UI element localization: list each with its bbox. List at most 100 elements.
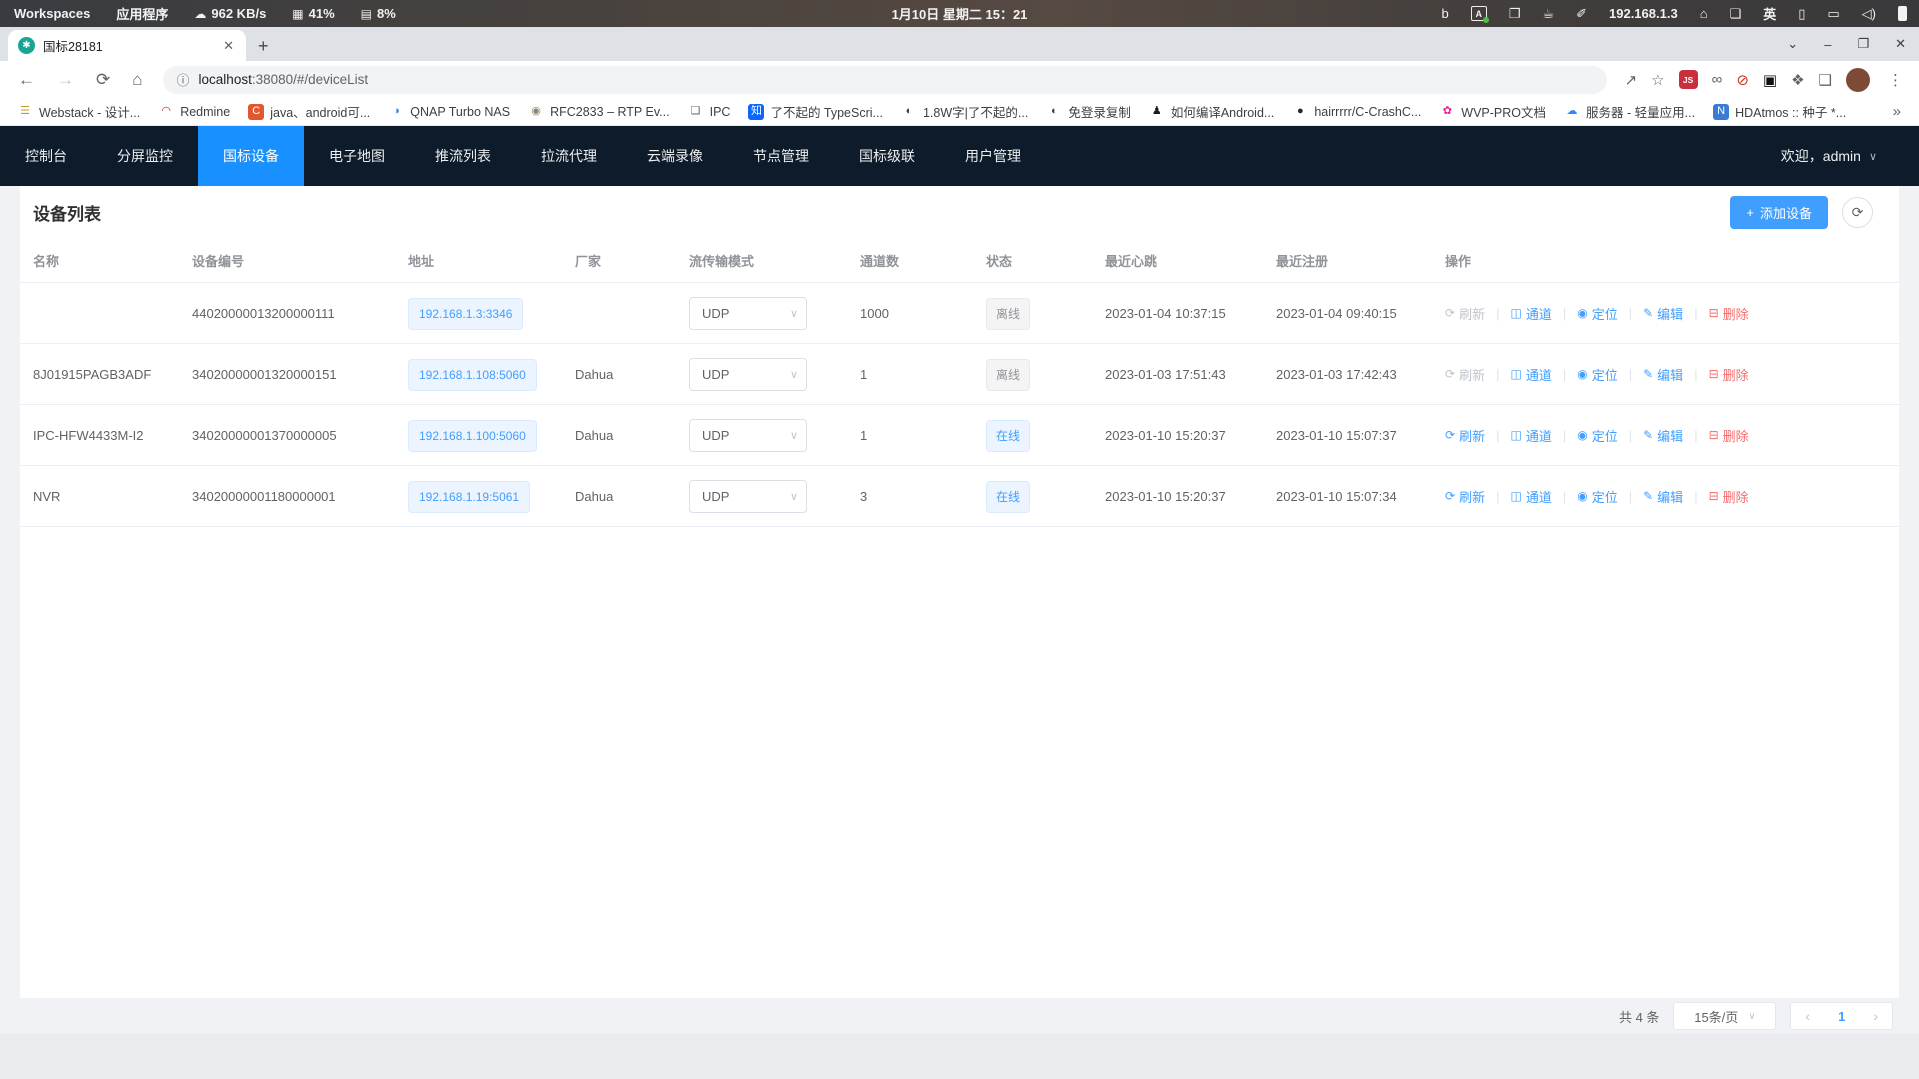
share-icon[interactable]: ↗ [1625, 71, 1638, 89]
forward-icon[interactable]: → [49, 70, 82, 90]
js-extension-icon[interactable]: JS [1679, 70, 1698, 89]
tab-close-icon[interactable]: ✕ [219, 38, 238, 54]
locate-button[interactable]: ◉定位 [1577, 365, 1618, 384]
status-badge: 在线 [986, 481, 1030, 513]
nav-item[interactable]: 国标设备 [198, 126, 304, 186]
refresh-device-button[interactable]: ⟳刷新 [1445, 365, 1485, 384]
prev-page-button[interactable]: ‹ [1791, 1008, 1824, 1024]
workspace-switcher-icon[interactable]: ❏ [1730, 6, 1742, 22]
home-icon[interactable]: ⌂ [124, 70, 150, 90]
refresh-icon: ⟳ [1445, 489, 1455, 503]
edit-pencil-icon: ✎ [1643, 306, 1653, 320]
device-list-panel: 设备列表 + 添加设备 ⟳ 名称 设备编号 地址 厂家 流传输模式 通道数 [20, 186, 1899, 998]
phone-link-icon[interactable]: ▯ [1798, 6, 1805, 22]
window-minimize-icon[interactable]: – [1811, 27, 1844, 61]
coffee-tray-icon[interactable]: ☕ [1542, 6, 1554, 22]
bookmark-star-icon[interactable]: ☆ [1651, 71, 1664, 89]
battery-icon[interactable] [1898, 6, 1907, 21]
stream-mode-select[interactable]: UDP ∨ [689, 419, 807, 452]
browser-menu-icon[interactable]: ⋮ [1882, 71, 1909, 89]
browser-tab[interactable]: ✱ 国标28181 ✕ [8, 30, 246, 61]
display-icon[interactable]: ▭ [1827, 6, 1839, 22]
refresh-device-button[interactable]: ⟳刷新 [1445, 426, 1485, 445]
bookmark-item[interactable]: ● hairrrrr/C-CrashC... [1285, 101, 1428, 123]
nav-item[interactable]: 推流列表 [410, 126, 516, 186]
extensions-puzzle-icon[interactable]: ❖ [1791, 71, 1804, 89]
nav-item[interactable]: 控制台 [0, 126, 92, 186]
bookmark-item[interactable]: ❏ IPC [681, 101, 738, 123]
nav-item[interactable]: 云端录像 [622, 126, 728, 186]
delete-button[interactable]: ⊟删除 [1709, 426, 1749, 445]
bookmark-label: Redmine [180, 105, 230, 119]
bookmark-item[interactable]: ◉ RFC2833 – RTP Ev... [521, 101, 677, 123]
bookmark-item[interactable]: N HDAtmos :: 种子 *... [1706, 99, 1853, 124]
edit-button[interactable]: ✎编辑 [1643, 304, 1683, 323]
bookmark-item[interactable]: ☰ Webstack - 设计... [10, 99, 147, 124]
page-size-select[interactable]: 15条/页 ∨ [1673, 1002, 1776, 1030]
home-tray-icon[interactable]: ⌂ [1700, 6, 1708, 21]
window-restore-icon[interactable]: ❐ [1844, 27, 1882, 61]
input-method-indicator[interactable]: 英 [1763, 4, 1776, 23]
reload-icon[interactable]: ⟳ [88, 70, 118, 90]
volume-icon[interactable]: ◁) [1862, 6, 1876, 22]
profile-avatar[interactable] [1846, 68, 1870, 92]
screenshot-extension-icon[interactable]: ▣ [1763, 71, 1777, 89]
next-page-button[interactable]: › [1859, 1008, 1892, 1024]
locate-button[interactable]: ◉定位 [1577, 304, 1618, 323]
applications-menu[interactable]: 应用程序 [116, 4, 168, 23]
delete-button[interactable]: ⊟删除 [1709, 304, 1749, 323]
nav-item[interactable]: 拉流代理 [516, 126, 622, 186]
add-device-button[interactable]: + 添加设备 [1730, 196, 1828, 229]
locate-button[interactable]: ◉定位 [1577, 426, 1618, 445]
bookmark-item[interactable]: ✿ WVP-PRO文档 [1432, 99, 1553, 124]
user-menu[interactable]: 欢迎，admin ∨ [1781, 126, 1919, 186]
edit-button[interactable]: ✎编辑 [1643, 365, 1683, 384]
bookmark-item[interactable]: ◐ 免登录复制 [1039, 99, 1138, 124]
stream-mode-select[interactable]: UDP ∨ [689, 480, 807, 513]
workspaces-button[interactable]: Workspaces [14, 6, 90, 21]
nav-item[interactable]: 分屏监控 [92, 126, 198, 186]
bookmark-item[interactable]: ◑ QNAP Turbo NAS [381, 101, 517, 123]
bookmark-item[interactable]: ♟ 如何编译Android... [1142, 99, 1282, 124]
nav-item[interactable]: 用户管理 [940, 126, 1046, 186]
site-info-icon[interactable]: ⓘ [177, 70, 190, 89]
clipboard-tray-icon[interactable]: ❐ [1509, 6, 1521, 22]
delete-button[interactable]: ⊟删除 [1709, 487, 1749, 506]
refresh-device-button[interactable]: ⟳刷新 [1445, 487, 1485, 506]
current-page-button[interactable]: 1 [1824, 1009, 1859, 1024]
bookmark-item[interactable]: ◠ Redmine [151, 101, 237, 123]
nav-item[interactable]: 国标级联 [834, 126, 940, 186]
channels-button[interactable]: ◫通道 [1510, 304, 1551, 323]
back-icon[interactable]: ← [10, 70, 43, 90]
channels-button[interactable]: ◫通道 [1510, 426, 1551, 445]
new-tab-button[interactable]: + [246, 36, 281, 61]
reader-extension-icon[interactable]: ∞ [1712, 71, 1723, 88]
channels-button[interactable]: ◫通道 [1510, 487, 1551, 506]
sidebar-extension-icon[interactable]: ❑ [1819, 71, 1832, 89]
bookmarks-overflow-icon[interactable]: » [1885, 103, 1909, 120]
tab-search-icon[interactable]: ⌄ [1774, 27, 1811, 61]
adblock-extension-icon[interactable]: ⊘ [1736, 71, 1749, 89]
edit-button[interactable]: ✎编辑 [1643, 426, 1683, 445]
bookmark-item[interactable]: ☁ 服务器 - 轻量应用... [1557, 99, 1702, 124]
bing-tray-icon[interactable]: b [1442, 6, 1449, 21]
nav-item[interactable]: 节点管理 [728, 126, 834, 186]
bookmark-item[interactable]: ◐ 1.8W字|了不起的... [894, 99, 1035, 124]
bookmark-item[interactable]: C java、android可... [241, 99, 377, 124]
color-picker-tray-icon[interactable]: ✐ [1576, 6, 1587, 22]
channels-button[interactable]: ◫通道 [1510, 365, 1551, 384]
stream-mode-select[interactable]: UDP ∨ [689, 358, 807, 391]
ip-address-indicator[interactable]: 192.168.1.3 [1609, 6, 1678, 21]
refresh-list-button[interactable]: ⟳ [1842, 197, 1873, 228]
refresh-device-button[interactable]: ⟳刷新 [1445, 304, 1485, 323]
translate-tray-icon[interactable]: A [1471, 6, 1487, 21]
window-close-icon[interactable]: ✕ [1882, 27, 1919, 61]
stream-mode-select[interactable]: UDP ∨ [689, 297, 807, 330]
bookmark-item[interactable]: 知 了不起的 TypeScri... [741, 99, 890, 124]
divider: | [1694, 367, 1697, 382]
delete-button[interactable]: ⊟删除 [1709, 365, 1749, 384]
address-bar[interactable]: ⓘ localhost:38080/#/deviceList [163, 66, 1607, 94]
edit-button[interactable]: ✎编辑 [1643, 487, 1683, 506]
locate-button[interactable]: ◉定位 [1577, 487, 1618, 506]
nav-item[interactable]: 电子地图 [304, 126, 410, 186]
